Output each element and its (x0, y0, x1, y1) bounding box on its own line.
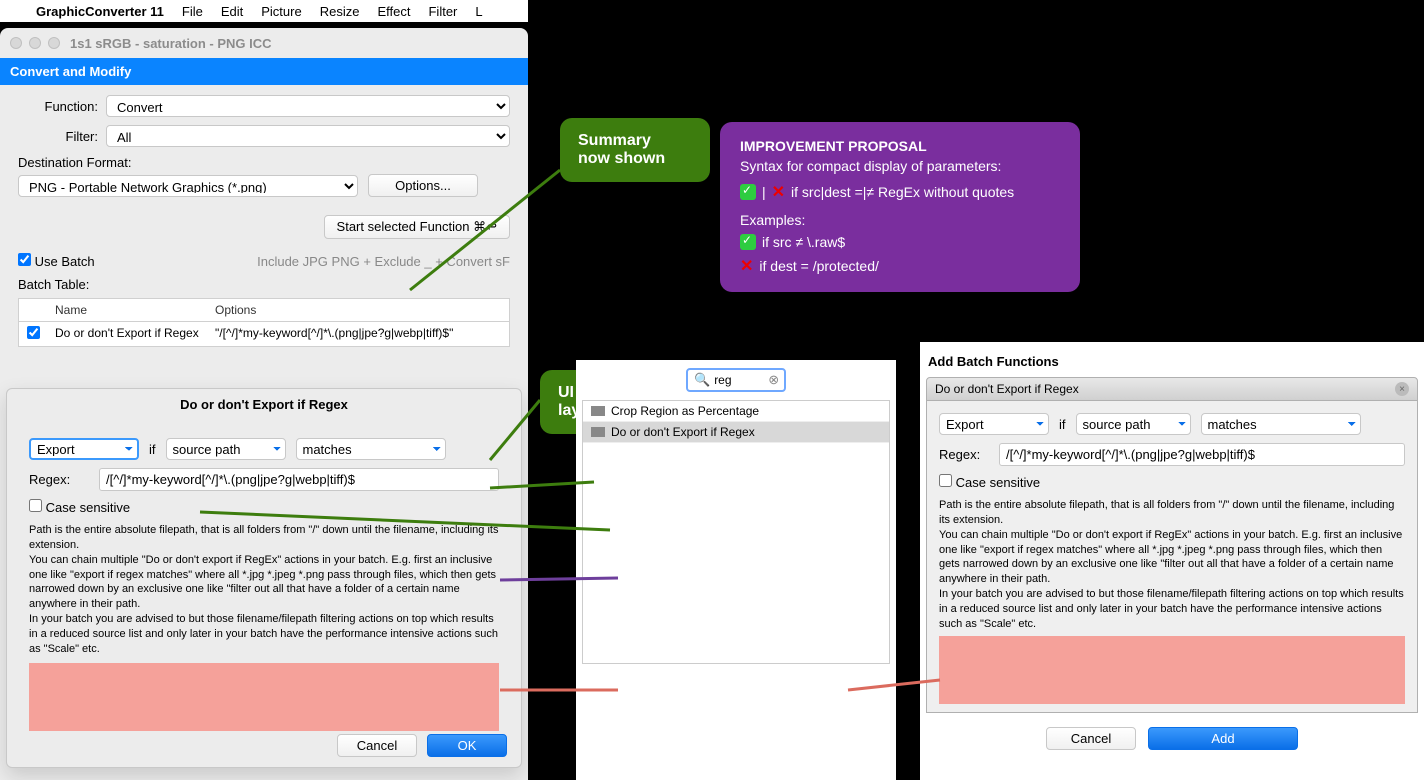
sheet-title: Do or don't Export if Regex (7, 389, 521, 420)
if-label: if (149, 442, 156, 457)
function-select[interactable]: Convert (106, 95, 510, 117)
dest-format-select[interactable]: PNG - Portable Network Graphics (*.png) (18, 175, 358, 197)
panel-body: Function: Convert Filter: All Destinatio… (0, 85, 528, 357)
ok-button[interactable]: OK (427, 734, 507, 757)
function-label: Function: (18, 99, 98, 114)
start-function-button[interactable]: Start selected Function ⌘↩ (324, 215, 510, 239)
table-header: Name Options (18, 298, 510, 322)
matches-select-r[interactable]: matches (1201, 413, 1361, 435)
search-icon: 🔍 (694, 372, 710, 388)
cancel-button-r[interactable]: Cancel (1046, 727, 1136, 750)
regex-label: Regex: (29, 472, 89, 487)
export-select[interactable]: Export (29, 438, 139, 460)
menubar: GraphicConverter 11 File Edit Picture Re… (0, 0, 528, 22)
search-field[interactable]: 🔍 ⊗ (686, 368, 786, 392)
col-options: Options (207, 299, 509, 321)
window-title: 1s1 sRGB - saturation - PNG ICC (70, 36, 272, 51)
titlebar: 1s1 sRGB - saturation - PNG ICC (0, 28, 528, 58)
cancel-button[interactable]: Cancel (337, 734, 417, 757)
help-text: Path is the entire absolute filepath, th… (29, 523, 499, 657)
filter-label: Filter: (18, 129, 98, 144)
case-sensitive-checkbox[interactable]: Case sensitive (29, 499, 130, 515)
list-item[interactable]: Crop Region as Percentage (583, 401, 889, 422)
section-header: Convert and Modify (0, 58, 528, 85)
popover-title: Do or don't Export if Regex × (926, 377, 1418, 401)
dest-label: Destination Format: (18, 155, 510, 170)
row-options: "/[^/]*my-keyword[^/]*\.(png|jpe?g|webp|… (207, 322, 509, 346)
cross-icon: ✕ (772, 182, 785, 202)
menu-effect[interactable]: Effect (377, 4, 410, 19)
table-row[interactable]: Do or don't Export if Regex "/[^/]*my-ke… (18, 322, 510, 347)
use-batch-checkbox[interactable]: Use Batch (18, 253, 95, 269)
add-batch-title: Add Batch Functions (920, 342, 1424, 377)
zoom-icon[interactable] (48, 37, 60, 49)
excess-padding-highlight (29, 663, 499, 731)
regex-label-r: Regex: (939, 447, 989, 462)
traffic-lights (10, 37, 60, 49)
clear-icon[interactable]: ⊗ (768, 372, 779, 388)
menu-file[interactable]: File (182, 4, 203, 19)
col-name: Name (47, 299, 207, 321)
callout-proposal: IMPROVEMENT PROPOSAL Syntax for compact … (720, 122, 1080, 292)
check-icon (740, 234, 756, 250)
add-batch-panel: Add Batch Functions Do or don't Export i… (920, 342, 1424, 780)
menu-filter[interactable]: Filter (428, 4, 457, 19)
if-label-r: if (1059, 417, 1066, 432)
list-item-selected[interactable]: Do or don't Export if Regex (583, 422, 889, 443)
add-button[interactable]: Add (1148, 727, 1298, 750)
sourcepath-select[interactable]: source path (166, 438, 286, 460)
app-name[interactable]: GraphicConverter 11 (36, 4, 164, 19)
sourcepath-select-r[interactable]: source path (1076, 413, 1191, 435)
matches-select[interactable]: matches (296, 438, 446, 460)
regex-input-r[interactable] (999, 443, 1405, 466)
batch-table-label: Batch Table: (18, 277, 510, 292)
close-icon[interactable]: × (1395, 382, 1409, 396)
options-button[interactable]: Options... (368, 174, 478, 197)
cross-icon: ✕ (740, 256, 753, 276)
action-icon (591, 427, 605, 437)
menu-picture[interactable]: Picture (261, 4, 301, 19)
menu-edit[interactable]: Edit (221, 4, 243, 19)
menu-cut[interactable]: L (475, 4, 482, 19)
regex-sheet: Do or don't Export if Regex Export if so… (6, 388, 522, 768)
case-sensitive-checkbox-r[interactable]: Case sensitive (939, 474, 1040, 490)
excess-padding-highlight-r (939, 636, 1405, 704)
filter-select[interactable]: All (106, 125, 510, 147)
menu-resize[interactable]: Resize (320, 4, 360, 19)
action-icon (591, 406, 605, 416)
function-list-panel: 🔍 ⊗ Crop Region as Percentage Do or don'… (576, 360, 896, 780)
minimize-icon[interactable] (29, 37, 41, 49)
help-text-r: Path is the entire absolute filepath, th… (939, 498, 1405, 632)
regex-input[interactable] (99, 468, 499, 491)
export-select-r[interactable]: Export (939, 413, 1049, 435)
close-icon[interactable] (10, 37, 22, 49)
check-icon (740, 184, 756, 200)
callout-summary: Summary now shown (560, 118, 710, 182)
row-checkbox[interactable] (27, 326, 40, 339)
batch-summary: Include JPG PNG + Exclude _ + Convert sF (257, 254, 510, 269)
row-name: Do or don't Export if Regex (47, 322, 207, 346)
